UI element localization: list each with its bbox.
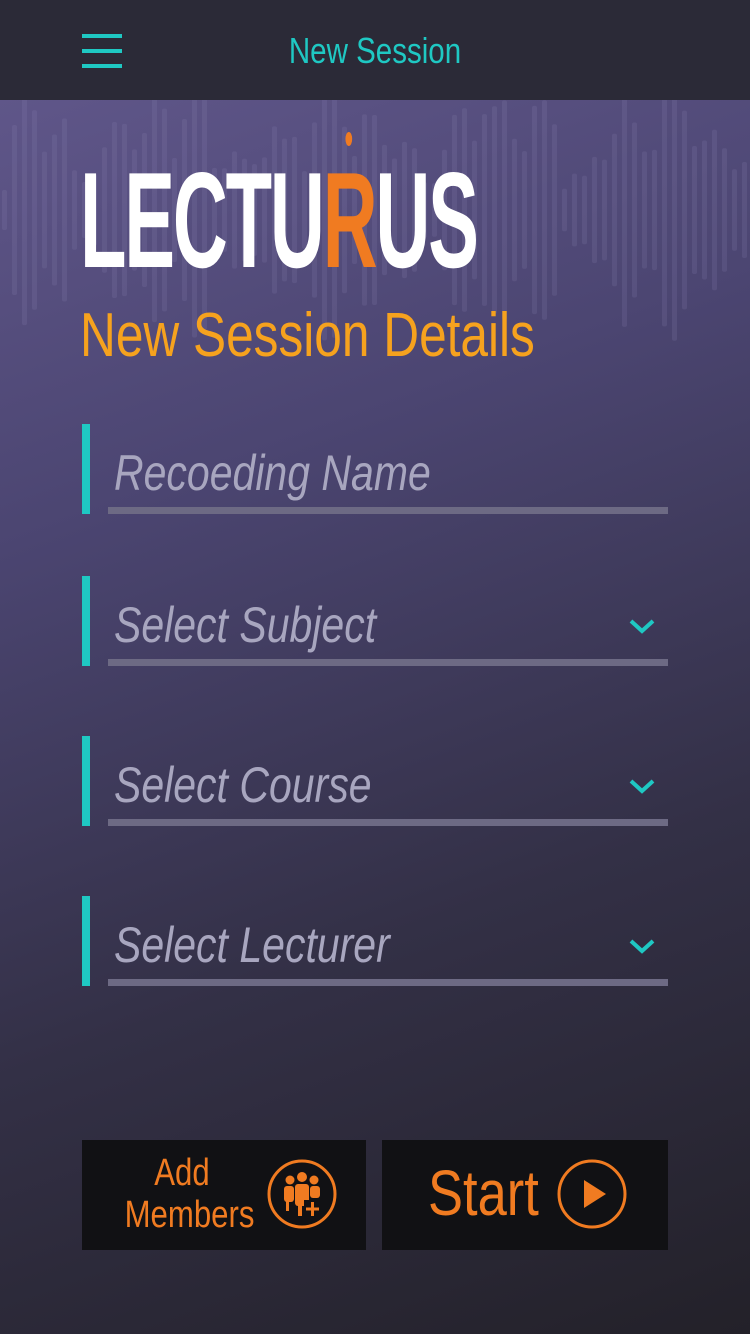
field-accent-bar: [82, 576, 90, 666]
top-bar: New Session: [0, 0, 750, 100]
course-select-placeholder: Select Course: [114, 757, 372, 813]
add-group-icon: [267, 1159, 337, 1229]
add-members-label: Add Members: [124, 1152, 255, 1236]
lecturer-select[interactable]: Select Lecturer: [82, 896, 668, 986]
add-members-button[interactable]: Add Members: [82, 1140, 366, 1250]
subject-select[interactable]: Select Subject: [82, 576, 668, 666]
course-select[interactable]: Select Course: [82, 736, 668, 826]
field-underline: [108, 819, 668, 826]
play-icon: [557, 1159, 627, 1229]
start-label: Start: [428, 1157, 539, 1229]
start-button[interactable]: Start: [382, 1140, 668, 1250]
chevron-down-icon[interactable]: [628, 936, 656, 956]
chevron-down-icon[interactable]: [628, 616, 656, 636]
chevron-down-icon[interactable]: [628, 776, 656, 796]
field-underline: [108, 507, 668, 514]
field-underline: [108, 659, 668, 666]
form-heading: New Session Details: [80, 301, 535, 370]
subject-select-placeholder: Select Subject: [114, 597, 377, 653]
field-accent-bar: [82, 424, 90, 514]
field-accent-bar: [82, 896, 90, 986]
lecturer-select-placeholder: Select Lecturer: [114, 917, 390, 973]
page-title: New Session: [288, 30, 462, 71]
session-form-screen: LECTU RUS New Session Details Recoeding N…: [0, 100, 750, 1334]
field-accent-bar: [82, 736, 90, 826]
field-underline: [108, 979, 668, 986]
recording-name-input[interactable]: Recoeding Name: [82, 424, 668, 514]
app-logo: LECTU RUS: [80, 132, 479, 288]
recording-name-placeholder: Recoeding Name: [114, 445, 431, 501]
